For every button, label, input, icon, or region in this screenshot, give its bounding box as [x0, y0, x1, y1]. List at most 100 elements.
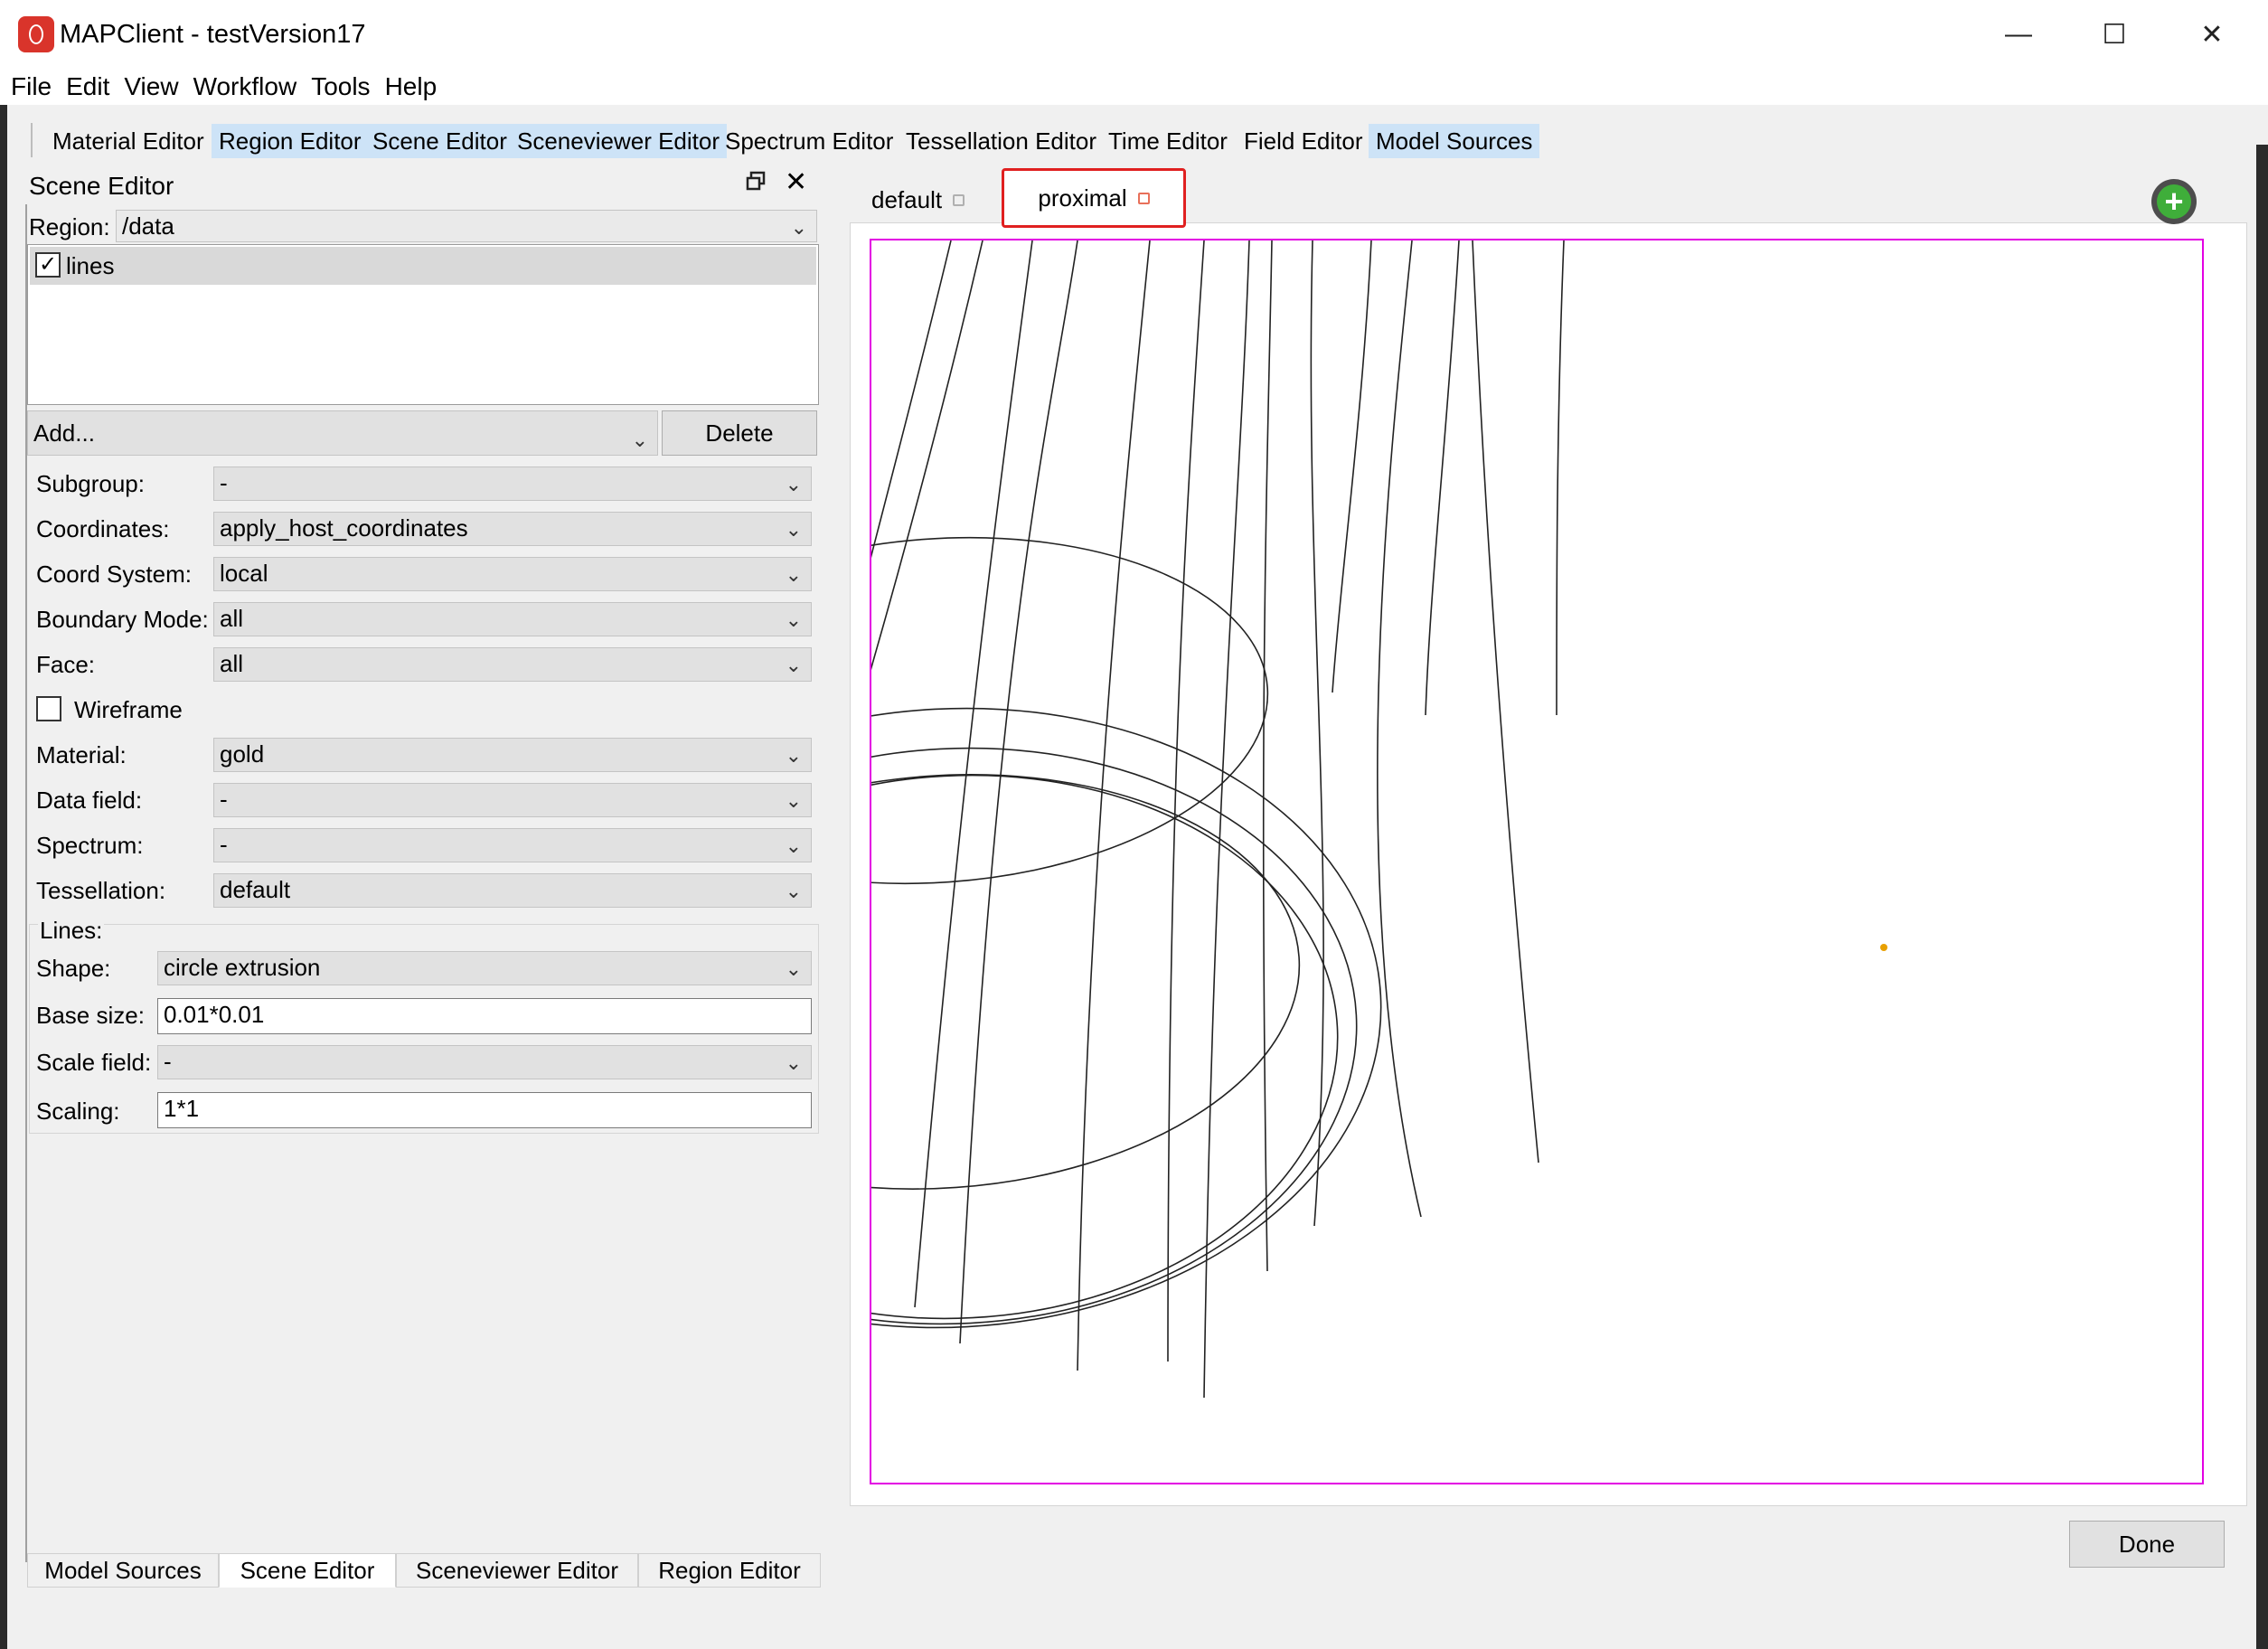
bottom-tab-model-sources[interactable]: Model Sources	[27, 1553, 219, 1588]
chevron-down-icon: ⌄	[785, 744, 802, 767]
generator-line	[1077, 240, 1151, 1371]
spectrum-select[interactable]: - ⌄	[213, 828, 812, 862]
float-dock-icon[interactable]	[745, 170, 767, 192]
scaling-label: Scaling:	[36, 1098, 120, 1125]
graphics-visible-checkbox[interactable]: ✓	[35, 252, 61, 278]
list-item[interactable]: ✓ lines	[30, 247, 816, 285]
menu-help[interactable]: Help	[385, 71, 438, 103]
tessellation-value: default	[220, 876, 291, 903]
close-window-button[interactable]: ✕	[2171, 7, 2253, 61]
subgroup-select[interactable]: - ⌄	[213, 466, 812, 501]
view-tab-label: proximal	[1038, 184, 1127, 212]
face-select[interactable]: all ⌄	[213, 647, 812, 682]
scale-field-select[interactable]: - ⌄	[157, 1045, 812, 1079]
shape-select[interactable]: circle extrusion ⌄	[157, 951, 812, 985]
bottom-tab-scene-editor[interactable]: Scene Editor	[219, 1553, 396, 1588]
close-dock-icon[interactable]: ✕	[785, 166, 807, 198]
generator-line	[1425, 240, 1460, 716]
chevron-down-icon: ⌄	[785, 473, 802, 495]
tab-time-editor[interactable]: Time Editor	[1101, 124, 1235, 158]
origin-marker	[1880, 944, 1887, 951]
scene-viewer-canvas[interactable]	[520, 239, 2204, 1484]
bottom-tab-sceneviewer-editor[interactable]: Sceneviewer Editor	[396, 1553, 638, 1588]
graphics-list[interactable]: ✓ lines	[27, 244, 819, 405]
cross-section-ring	[520, 707, 1382, 1329]
plus-icon: +	[2157, 184, 2191, 219]
scaling-input[interactable]: 1*1	[157, 1092, 812, 1128]
close-tab-icon[interactable]	[953, 193, 965, 206]
cross-section-ring	[578, 774, 1339, 1320]
tab-model-sources[interactable]: Model Sources	[1369, 124, 1540, 158]
done-button[interactable]: Done	[2069, 1521, 2225, 1568]
coordinates-select[interactable]: apply_host_coordinates ⌄	[213, 512, 812, 546]
data-field-select[interactable]: - ⌄	[213, 783, 812, 817]
material-select[interactable]: gold ⌄	[213, 738, 812, 772]
boundary-mode-label: Boundary Mode:	[36, 606, 209, 633]
coordinates-label: Coordinates:	[36, 515, 170, 542]
menu-tools[interactable]: Tools	[311, 71, 370, 103]
chevron-down-icon: ⌄	[785, 654, 802, 676]
tab-spectrum-editor[interactable]: Spectrum Editor	[718, 124, 900, 158]
menu-file[interactable]: File	[11, 71, 52, 103]
close-tab-icon[interactable]	[1137, 192, 1150, 204]
base-size-input[interactable]: 0.01*0.01	[157, 998, 812, 1034]
tab-sceneviewer-editor[interactable]: Sceneviewer Editor	[510, 124, 727, 158]
chevron-down-icon: ⌄	[785, 880, 802, 902]
chevron-down-icon: ⌄	[790, 216, 807, 239]
delete-button[interactable]: Delete	[662, 410, 817, 456]
region-select[interactable]: /data ⌄	[116, 210, 817, 242]
view-tab-proximal[interactable]: proximal	[1002, 168, 1186, 228]
menu-workflow[interactable]: Workflow	[193, 71, 297, 103]
generator-line	[1556, 240, 1565, 716]
tessellation-label: Tessellation:	[36, 877, 166, 904]
generator-line	[1472, 240, 1539, 1164]
graphics-name: lines	[66, 252, 115, 279]
window-title: MAPClient - testVersion17	[60, 20, 366, 49]
toolbar-handle	[31, 123, 33, 157]
wireframe-checkbox[interactable]	[36, 696, 61, 721]
bottom-tab-region-editor[interactable]: Region Editor	[638, 1553, 821, 1588]
tab-tessellation-editor[interactable]: Tessellation Editor	[899, 124, 1104, 158]
chevron-down-icon: ⌄	[785, 789, 802, 812]
face-label: Face:	[36, 651, 96, 678]
minimize-button[interactable]: —	[1978, 7, 2059, 61]
tab-region-editor[interactable]: Region Editor	[212, 124, 369, 158]
tessellation-select[interactable]: default ⌄	[213, 873, 812, 908]
add-graphics-placeholder: Add...	[33, 419, 95, 447]
scale-field-value: -	[164, 1048, 172, 1075]
coord-system-label: Coord System:	[36, 561, 192, 588]
tab-field-editor[interactable]: Field Editor	[1237, 124, 1370, 158]
menu-edit[interactable]: Edit	[66, 71, 109, 103]
boundary-mode-value: all	[220, 605, 244, 632]
cross-section-ring	[606, 536, 1269, 885]
chevron-down-icon: ⌄	[785, 518, 802, 541]
region-label: Region:	[29, 213, 110, 240]
generator-line	[959, 240, 1078, 1344]
material-value: gold	[220, 740, 265, 768]
subgroup-label: Subgroup:	[36, 470, 145, 497]
generator-line	[1377, 240, 1422, 1218]
coord-system-select[interactable]: local ⌄	[213, 557, 812, 591]
view-tab-label: default	[871, 186, 943, 213]
background-window-edge	[2256, 145, 2268, 1649]
boundary-mode-select[interactable]: all ⌄	[213, 602, 812, 636]
add-graphics-select[interactable]: Add... ⌄	[27, 410, 658, 456]
subgroup-value: -	[220, 469, 228, 496]
title-bar: MAPClient - testVersion17 — ☐ ✕	[0, 0, 2268, 69]
chevron-down-icon: ⌄	[631, 429, 648, 451]
view-tab-default[interactable]: default	[857, 177, 979, 222]
wireframe-label: Wireframe	[74, 696, 183, 723]
tab-material-editor[interactable]: Material Editor	[45, 124, 212, 158]
chevron-down-icon: ⌄	[785, 1051, 802, 1074]
generator-line	[1203, 240, 1250, 1399]
generator-line	[914, 240, 1033, 1308]
shape-label: Shape:	[36, 955, 111, 982]
menu-view[interactable]: View	[124, 71, 178, 103]
tab-scene-editor[interactable]: Scene Editor	[365, 124, 514, 158]
generator-line	[715, 240, 952, 1164]
add-view-button[interactable]: +	[2151, 179, 2197, 224]
shape-value: circle extrusion	[164, 954, 321, 981]
maximize-button[interactable]: ☐	[2074, 7, 2155, 61]
face-value: all	[220, 650, 244, 677]
menu-bar: File Edit View Workflow Tools Help	[0, 69, 2268, 105]
